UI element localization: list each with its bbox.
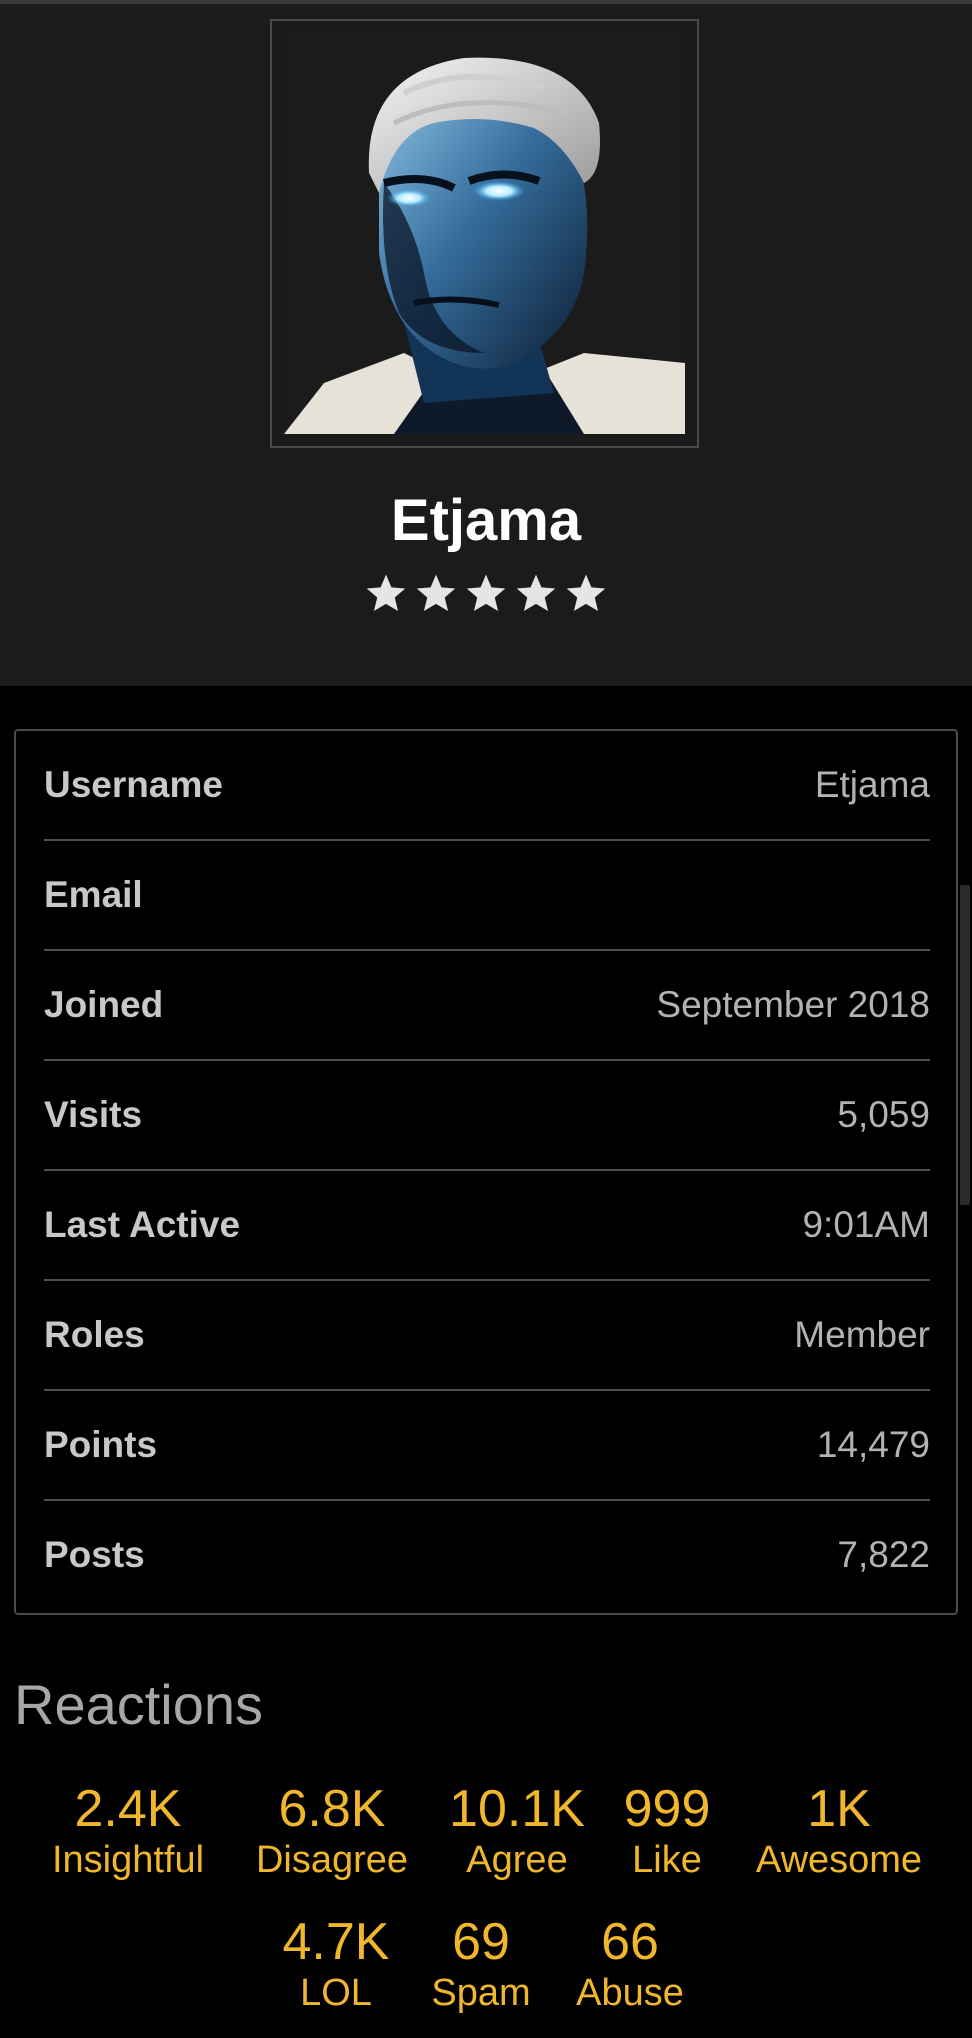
profile-header: Etjama <box>0 4 972 686</box>
info-label: Posts <box>44 1534 145 1575</box>
reaction-label: Abuse <box>576 1972 684 2014</box>
info-label: Username <box>44 764 223 805</box>
reaction-label: Like <box>632 1839 702 1881</box>
info-label: Last Active <box>44 1204 241 1245</box>
reaction-count: 2.4K <box>74 1780 182 1838</box>
info-value: September 2018 <box>656 984 930 1025</box>
reactions-heading: Reactions <box>14 1673 264 1736</box>
reaction-count: 6.8K <box>278 1780 386 1838</box>
star-rating <box>0 572 972 614</box>
info-row-points: Points 14,479 <box>44 1391 930 1501</box>
reaction-label: Agree <box>466 1839 568 1881</box>
info-label: Visits <box>44 1094 143 1135</box>
info-value: 5,059 <box>837 1094 930 1135</box>
info-row-roles: Roles Member <box>44 1281 930 1391</box>
profile-info-table: Username Etjama Email Joined September 2… <box>14 729 958 1615</box>
reaction-count: 1K <box>807 1780 871 1838</box>
reaction-label: Insightful <box>51 1839 205 1881</box>
star-icon <box>416 574 456 612</box>
reaction-count: 66 <box>601 1913 659 1971</box>
reaction-count: 4.7K <box>282 1913 390 1971</box>
reaction-label: Awesome <box>755 1839 923 1881</box>
info-value: 9:01AM <box>802 1204 930 1245</box>
reaction-count: 69 <box>452 1913 510 1971</box>
reaction-label: Spam <box>431 1972 531 2014</box>
reaction-abuse[interactable]: 66 Abuse <box>566 1913 694 2015</box>
info-row-email: Email <box>44 841 930 951</box>
profile-username: Etjama <box>390 488 582 553</box>
scrollbar-thumb[interactable] <box>960 885 970 1205</box>
reaction-spam[interactable]: 69 Spam <box>420 1913 542 2015</box>
star-icon <box>516 574 556 612</box>
info-row-visits: Visits 5,059 <box>44 1061 930 1171</box>
reaction-insightful[interactable]: 2.4K Insightful <box>36 1780 220 1882</box>
info-label: Joined <box>44 984 164 1025</box>
reaction-awesome[interactable]: 1K Awesome <box>742 1780 936 1882</box>
info-value: 14,479 <box>816 1424 930 1465</box>
info-label: Email <box>44 874 143 915</box>
reaction-count: 999 <box>623 1780 711 1838</box>
reaction-label: Disagree <box>255 1839 409 1881</box>
reaction-disagree[interactable]: 6.8K Disagree <box>244 1780 420 1882</box>
info-row-posts: Posts 7,822 <box>44 1501 930 1611</box>
reaction-label: LOL <box>300 1972 372 2014</box>
star-icon <box>566 574 606 612</box>
avatar-image <box>284 33 685 434</box>
info-label: Points <box>44 1424 158 1465</box>
info-row-last-active: Last Active 9:01AM <box>44 1171 930 1281</box>
info-row-username: Username Etjama <box>44 731 930 841</box>
star-icon <box>466 574 506 612</box>
info-value: 7,822 <box>837 1534 930 1575</box>
reaction-count: 10.1K <box>449 1780 585 1838</box>
info-value: Member <box>794 1314 930 1355</box>
avatar[interactable] <box>270 19 699 448</box>
info-row-joined: Joined September 2018 <box>44 951 930 1061</box>
reaction-like[interactable]: 999 Like <box>612 1780 722 1882</box>
info-label: Roles <box>44 1314 145 1355</box>
info-value: Etjama <box>814 764 930 805</box>
reaction-lol[interactable]: 4.7K LOL <box>276 1913 396 2015</box>
reaction-agree[interactable]: 10.1K Agree <box>444 1780 590 1882</box>
star-icon <box>366 574 406 612</box>
